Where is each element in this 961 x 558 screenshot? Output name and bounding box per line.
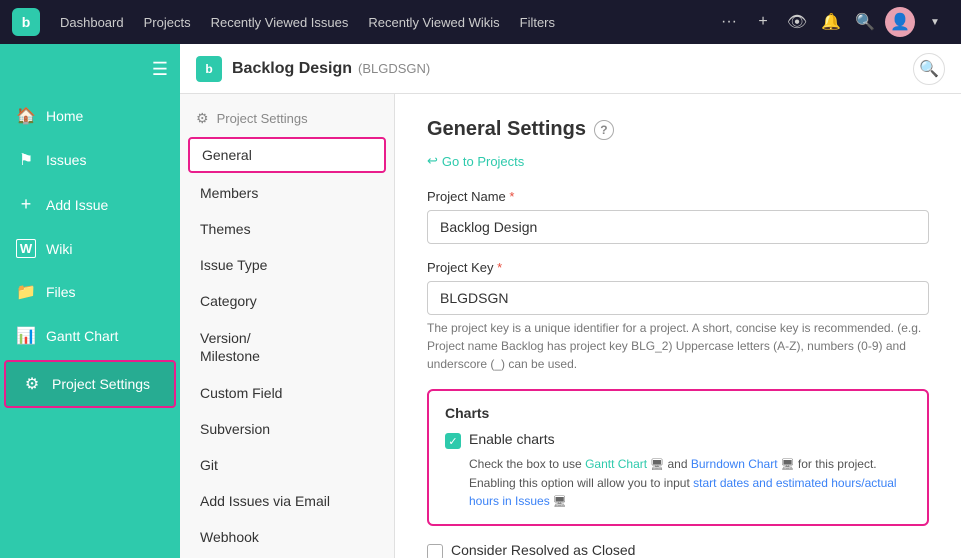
- charts-section: Charts ✓ Enable charts Check the box to …: [427, 389, 929, 526]
- general-settings-title: General Settings ?: [427, 118, 929, 141]
- sidebar-item-add-issue-label: Add Issue: [46, 197, 108, 213]
- settings-submenu: ⚙ Project Settings General Members Theme…: [180, 94, 395, 558]
- sidebar-item-issues-label: Issues: [46, 152, 86, 168]
- submenu-item-custom-field[interactable]: Custom Field: [180, 375, 394, 411]
- sidebar-item-files-label: Files: [46, 284, 76, 300]
- watch-icon[interactable]: 👁: [783, 8, 811, 36]
- enable-charts-checkbox[interactable]: ✓: [445, 433, 461, 449]
- sidebar-item-home-label: Home: [46, 108, 83, 124]
- project-key-input[interactable]: [427, 281, 929, 315]
- sidebar-item-gantt-chart[interactable]: 📊 Gantt Chart: [0, 314, 180, 358]
- submenu-item-subversion[interactable]: Subversion: [180, 411, 394, 447]
- project-title: Backlog Design: [232, 60, 352, 78]
- project-key: (BLGDSGN): [358, 61, 430, 76]
- top-navigation: b Dashboard Projects Recently Viewed Iss…: [0, 0, 961, 44]
- search-icon[interactable]: 🔍: [851, 8, 879, 36]
- project-name-input[interactable]: [427, 210, 929, 244]
- submenu-item-general[interactable]: General: [188, 137, 386, 173]
- submenu-item-add-issues-email[interactable]: Add Issues via Email: [180, 483, 394, 519]
- hamburger-icon[interactable]: ☰: [152, 59, 168, 80]
- add-icon[interactable]: +: [749, 8, 777, 36]
- sidebar: ☰ 🏠 Home ⚑ Issues + Add Issue W Wiki 📁 F…: [0, 44, 180, 558]
- gantt-icon: 📊: [16, 326, 36, 346]
- nav-filters[interactable]: Filters: [512, 11, 563, 34]
- nav-recently-viewed-issues[interactable]: Recently Viewed Issues: [203, 11, 357, 34]
- notification-icon[interactable]: 🔔: [817, 8, 845, 36]
- home-icon: 🏠: [16, 106, 36, 126]
- burndown-chart-link[interactable]: Burndown Chart: [691, 457, 778, 471]
- project-settings-icon: ⚙: [22, 374, 42, 394]
- sidebar-item-wiki-label: Wiki: [46, 241, 72, 257]
- wiki-icon: W: [16, 239, 36, 258]
- submenu-item-themes[interactable]: Themes: [180, 211, 394, 247]
- content-wrapper: ⚙ Project Settings General Members Theme…: [180, 94, 961, 558]
- consider-resolved-checkbox[interactable]: [427, 544, 443, 558]
- submenu-item-version-milestone[interactable]: Version/Milestone: [180, 319, 394, 375]
- nav-projects[interactable]: Projects: [136, 11, 199, 34]
- required-star-key: *: [497, 260, 502, 275]
- enable-charts-row: ✓ Enable charts: [445, 431, 911, 449]
- app-logo[interactable]: b: [12, 8, 40, 36]
- consider-resolved-label: Consider Resolved as Closed: [451, 542, 635, 558]
- settings-submenu-header: ⚙ Project Settings: [180, 94, 394, 135]
- submenu-item-category[interactable]: Category: [180, 283, 394, 319]
- gantt-chart-link[interactable]: Gantt Chart: [585, 457, 647, 471]
- issues-icon: ⚑: [16, 150, 36, 170]
- sidebar-item-add-issue[interactable]: + Add Issue: [0, 182, 180, 227]
- sidebar-item-project-settings[interactable]: ⚙ Project Settings: [4, 360, 176, 408]
- project-key-label: Project Key *: [427, 260, 929, 275]
- user-avatar[interactable]: 👤: [885, 7, 915, 37]
- goto-projects-link[interactable]: ↩ Go to Projects: [427, 153, 929, 169]
- gear-icon: ⚙: [196, 110, 209, 127]
- project-name-label: Project Name *: [427, 189, 929, 204]
- chevron-down-icon[interactable]: ▼: [921, 8, 949, 36]
- consider-resolved-row: Consider Resolved as Closed: [427, 542, 929, 558]
- submenu-item-issue-type[interactable]: Issue Type: [180, 247, 394, 283]
- submenu-item-members[interactable]: Members: [180, 175, 394, 211]
- sidebar-item-files[interactable]: 📁 Files: [0, 270, 180, 314]
- submenu-item-webhook[interactable]: Webhook: [180, 519, 394, 555]
- main-layout: ☰ 🏠 Home ⚑ Issues + Add Issue W Wiki 📁 F…: [0, 44, 961, 558]
- more-icon[interactable]: ···: [715, 8, 743, 36]
- submenu-item-git[interactable]: Git: [180, 447, 394, 483]
- nav-recently-viewed-wikis[interactable]: Recently Viewed Wikis: [360, 11, 507, 34]
- sidebar-item-home[interactable]: 🏠 Home: [0, 94, 180, 138]
- help-icon[interactable]: ?: [594, 120, 614, 140]
- enable-charts-label: Enable charts: [469, 431, 555, 447]
- top-nav-icons: ··· + 👁 🔔 🔍 👤 ▼: [715, 7, 949, 37]
- project-header: b Backlog Design (BLGDSGN) 🔍: [180, 44, 961, 94]
- sidebar-item-gantt-label: Gantt Chart: [46, 328, 118, 344]
- sidebar-item-project-settings-label: Project Settings: [52, 376, 150, 392]
- sidebar-item-issues[interactable]: ⚑ Issues: [0, 138, 180, 182]
- consider-resolved-section: Consider Resolved as Closed Check the bo…: [427, 542, 929, 558]
- project-search-button[interactable]: 🔍: [913, 53, 945, 85]
- nav-dashboard[interactable]: Dashboard: [52, 11, 132, 34]
- files-icon: 📁: [16, 282, 36, 302]
- charts-section-title: Charts: [445, 405, 911, 421]
- settings-submenu-title: Project Settings: [217, 111, 308, 126]
- sidebar-header: ☰: [0, 44, 180, 94]
- sidebar-item-wiki[interactable]: W Wiki: [0, 227, 180, 270]
- add-issue-icon: +: [16, 194, 36, 215]
- main-settings-content: General Settings ? ↩ Go to Projects Proj…: [395, 94, 961, 558]
- project-key-hint: The project key is a unique identifier f…: [427, 319, 929, 373]
- project-logo: b: [196, 56, 222, 82]
- charts-hint: Check the box to use Gantt Chart 🖥 and B…: [469, 455, 911, 510]
- required-star: *: [509, 189, 514, 204]
